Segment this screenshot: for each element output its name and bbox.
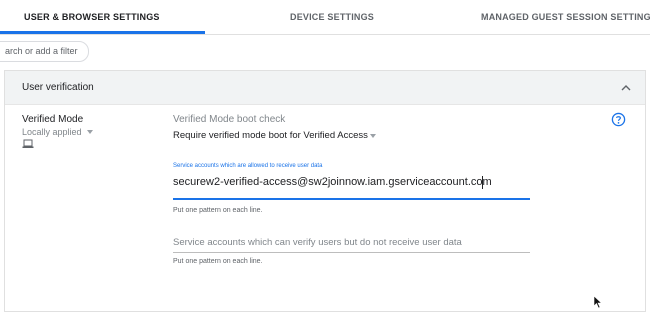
settings-card: User verification Verified Mode Locally … xyxy=(4,70,646,312)
allowed-accounts-helper: Put one pattern on each line. xyxy=(173,207,263,214)
verify-accounts-helper: Put one pattern on each line. xyxy=(173,258,263,265)
search-placeholder: arch or add a filter xyxy=(5,46,78,56)
caret-down-icon[interactable] xyxy=(368,131,378,141)
applied-status[interactable]: Locally applied xyxy=(22,127,82,137)
laptop-icon xyxy=(22,139,34,148)
search-filter-input[interactable]: arch or add a filter xyxy=(0,41,89,62)
text-caret xyxy=(482,176,483,189)
verify-accounts-input[interactable]: Service accounts which can verify users … xyxy=(173,237,462,248)
caret-down-icon[interactable] xyxy=(85,127,95,137)
section-header[interactable]: User verification xyxy=(5,71,645,105)
active-tab-indicator xyxy=(0,31,205,34)
boot-check-label: Verified Mode boot check xyxy=(173,114,286,125)
boot-check-select[interactable]: Require verified mode boot for Verified … xyxy=(173,130,368,141)
section-title: User verification xyxy=(22,82,94,93)
mouse-pointer-icon xyxy=(593,295,603,309)
allowed-accounts-label: Service accounts which are allowed to re… xyxy=(173,163,323,169)
setting-name: Verified Mode xyxy=(22,114,84,125)
tab-device-settings[interactable]: DEVICE SETTINGS xyxy=(290,12,374,22)
settings-tabs: USER & BROWSER SETTINGS DEVICE SETTINGS … xyxy=(0,0,650,35)
allowed-accounts-input[interactable]: securew2-verified-access@sw2joinnow.iam.… xyxy=(173,176,492,188)
help-circle-icon[interactable] xyxy=(611,112,626,127)
input-focus-underline xyxy=(173,198,530,200)
tab-user-browser-settings[interactable]: USER & BROWSER SETTINGS xyxy=(24,12,160,22)
tab-managed-guest-session-settings[interactable]: MANAGED GUEST SESSION SETTINGS xyxy=(481,12,650,22)
input-underline xyxy=(173,252,530,253)
chevron-up-icon[interactable] xyxy=(619,81,633,95)
